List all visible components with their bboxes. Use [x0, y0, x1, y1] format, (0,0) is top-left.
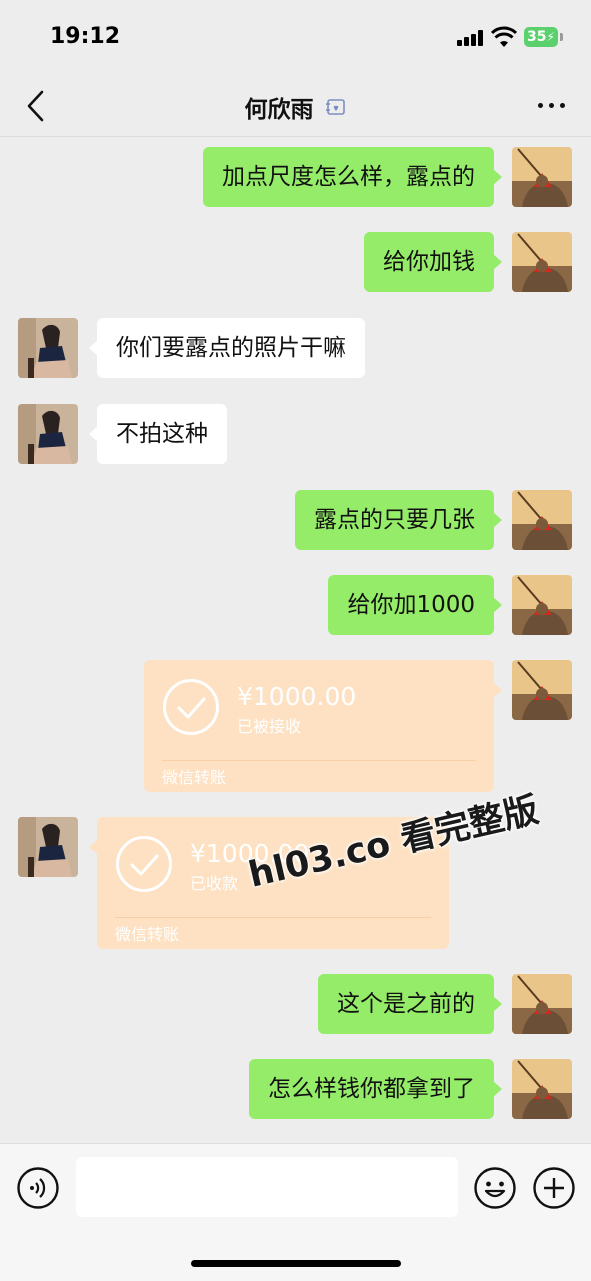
check-circle-icon — [116, 836, 172, 892]
transfer-brand-label: 微信转账 — [162, 768, 227, 787]
emoji-icon[interactable] — [473, 1166, 517, 1210]
their-message-bubble[interactable]: 你们要露点的照片干嘛 — [89, 318, 365, 378]
battery-level: 35 — [527, 29, 547, 45]
home-indicator[interactable] — [191, 1260, 401, 1267]
page-title: 何欣雨 — [244, 97, 314, 123]
more-button[interactable] — [532, 90, 572, 120]
status-time: 19:12 — [50, 24, 121, 49]
transfer-card[interactable]: ¥1000.00 已被接收 微信转账 — [144, 660, 502, 792]
title-wrap: 何欣雨 — [0, 90, 591, 124]
contact-avatar[interactable] — [18, 404, 78, 464]
battery-cap — [560, 33, 563, 41]
my-avatar[interactable] — [512, 490, 572, 550]
cellular-signal-icon — [457, 30, 485, 46]
my-message-bubble[interactable]: 给你加1000 — [328, 575, 502, 635]
voice-icon[interactable] — [16, 1166, 60, 1210]
message-input[interactable] — [76, 1157, 458, 1217]
my-avatar[interactable] — [512, 147, 572, 207]
my-avatar[interactable] — [512, 232, 572, 292]
nav-bar: 何欣雨 — [0, 76, 591, 137]
contact-avatar[interactable] — [18, 318, 78, 378]
my-avatar[interactable] — [512, 974, 572, 1034]
battery-icon: 35⚡ — [524, 27, 558, 47]
check-circle-icon — [163, 679, 219, 735]
my-message-bubble[interactable]: 怎么样钱你都拿到了 — [249, 1059, 502, 1119]
my-message-bubble[interactable]: 露点的只要几张 — [295, 490, 502, 550]
transfer-status: 已被接收 — [237, 717, 302, 736]
divider — [162, 760, 476, 761]
my-message-bubble[interactable]: 给你加钱 — [364, 232, 502, 292]
my-avatar[interactable] — [512, 575, 572, 635]
my-message-bubble[interactable]: 加点尺度怎么样，露点的 — [203, 147, 502, 207]
my-message-bubble[interactable]: 这个是之前的 — [318, 974, 502, 1034]
wifi-icon — [491, 26, 517, 47]
their-message-bubble[interactable]: 不拍这种 — [89, 404, 227, 464]
transfer-status: 已收款 — [190, 874, 239, 893]
plus-icon[interactable] — [532, 1166, 576, 1210]
my-avatar[interactable] — [512, 660, 572, 720]
my-avatar[interactable] — [512, 1059, 572, 1119]
transfer-brand-label: 微信转账 — [115, 925, 180, 944]
contact-avatar[interactable] — [18, 817, 78, 877]
chat-area[interactable]: 加点尺度怎么样，露点的 给你加钱 你们要露点的照片干嘛 不拍这种 露点的只要几张… — [0, 137, 591, 1143]
transfer-amount: ¥1000.00 — [237, 682, 357, 711]
status-bar: 19:12 35⚡ — [0, 0, 591, 76]
contact-card-icon — [325, 99, 345, 115]
divider — [115, 917, 431, 918]
